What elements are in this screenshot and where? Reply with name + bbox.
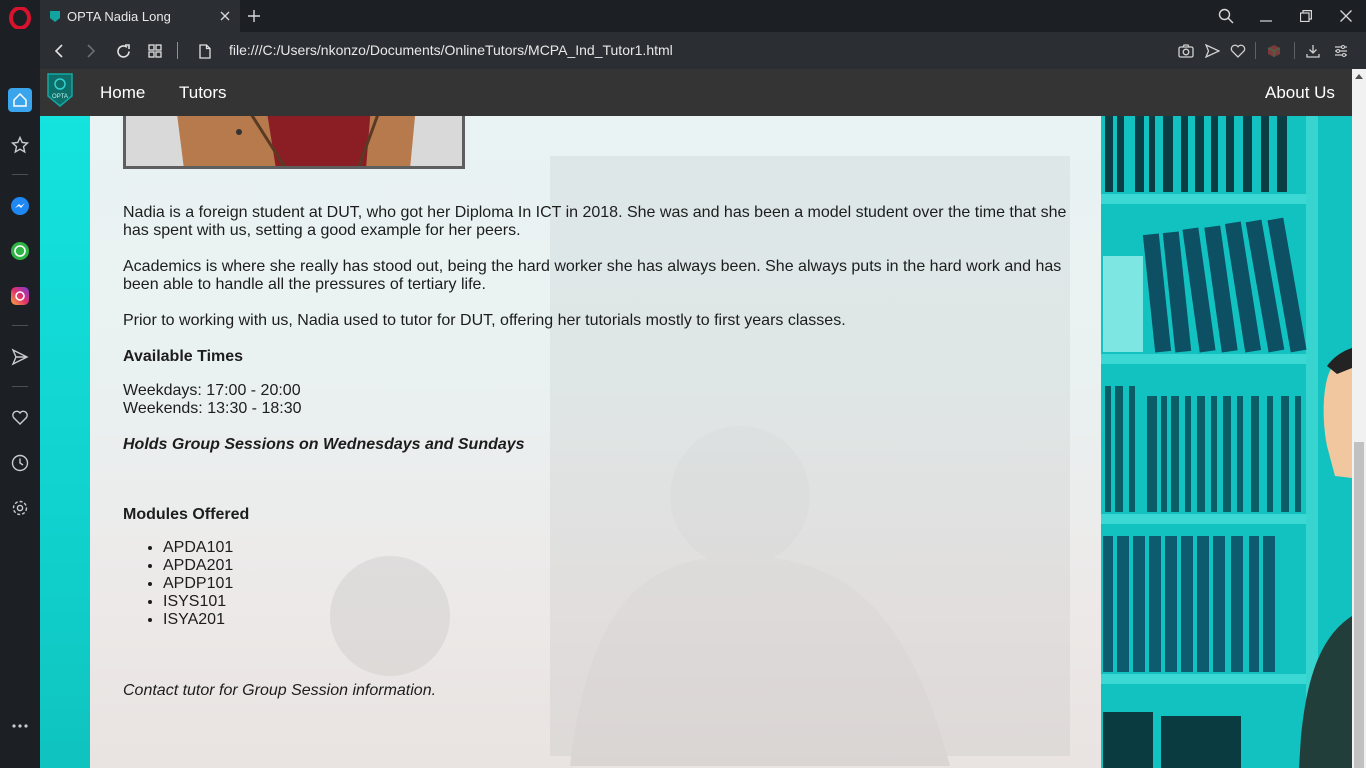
background-image-left bbox=[40, 116, 90, 768]
scroll-up-arrow-icon[interactable] bbox=[1352, 69, 1366, 84]
forward-icon[interactable] bbox=[78, 38, 104, 64]
nav-tutors-link[interactable]: Tutors bbox=[179, 83, 227, 103]
address-divider bbox=[177, 42, 178, 59]
module-item: APDA201 bbox=[163, 557, 233, 575]
search-tabs-icon[interactable] bbox=[1206, 0, 1246, 32]
module-item: APDA101 bbox=[163, 539, 233, 557]
site-favicon-icon bbox=[50, 10, 60, 22]
nav-home-link[interactable]: Home bbox=[100, 83, 145, 103]
weekends-times: Weekends: 13:30 - 18:30 bbox=[123, 400, 302, 417]
more-icon[interactable] bbox=[8, 714, 32, 738]
settings-icon[interactable] bbox=[8, 496, 32, 520]
tutor-content: Nadia is a foreign student at DUT, who g… bbox=[90, 116, 1101, 768]
whatsapp-icon[interactable] bbox=[8, 239, 32, 263]
sidebar-divider bbox=[12, 174, 28, 175]
background-bookshelf-image bbox=[1101, 116, 1352, 768]
url-field[interactable]: file:///C:/Users/nkonzo/Documents/Online… bbox=[229, 42, 673, 58]
opta-logo[interactable]: OPTA bbox=[46, 72, 74, 108]
opera-logo-icon[interactable] bbox=[9, 7, 31, 29]
bio-paragraph: Academics is where she really has stood … bbox=[123, 258, 1062, 293]
page-file-icon[interactable] bbox=[192, 38, 218, 64]
nav-about-link[interactable]: About Us bbox=[1265, 83, 1335, 103]
module-item: ISYS101 bbox=[163, 593, 233, 611]
modules-heading: Modules Offered bbox=[123, 506, 250, 523]
contact-note: Contact tutor for Group Session informat… bbox=[123, 682, 437, 699]
page-scrollbar[interactable] bbox=[1352, 69, 1366, 768]
tab-title: OPTA Nadia Long bbox=[67, 8, 171, 24]
extension-cube-icon[interactable] bbox=[1261, 38, 1287, 64]
tabs-grid-icon[interactable] bbox=[142, 38, 168, 64]
address-bar: file:///C:/Users/nkonzo/Documents/Online… bbox=[40, 32, 1366, 69]
sidebar-divider bbox=[12, 386, 28, 387]
instagram-icon[interactable] bbox=[8, 284, 32, 308]
download-icon[interactable] bbox=[1300, 38, 1326, 64]
module-item: ISYA201 bbox=[163, 611, 233, 629]
tutor-photo bbox=[123, 116, 465, 169]
send-icon[interactable] bbox=[8, 345, 32, 369]
toolbar-divider bbox=[1255, 42, 1256, 59]
close-window-icon[interactable] bbox=[1326, 0, 1366, 32]
module-item: APDP101 bbox=[163, 575, 233, 593]
group-sessions-note: Holds Group Sessions on Wednesdays and S… bbox=[123, 436, 525, 453]
scrollbar-thumb[interactable] bbox=[1354, 442, 1364, 768]
available-times-heading: Available Times bbox=[123, 348, 244, 365]
home-icon[interactable] bbox=[8, 88, 32, 112]
page-viewport: OPTA Home Tutors About Us Nadia is a for… bbox=[40, 69, 1352, 768]
close-tab-icon[interactable] bbox=[210, 0, 240, 32]
browser-tab[interactable]: OPTA Nadia Long bbox=[40, 0, 240, 32]
history-icon[interactable] bbox=[8, 451, 32, 475]
sidebar-divider bbox=[12, 325, 28, 326]
heart-icon[interactable] bbox=[8, 406, 32, 430]
logo-text: OPTA bbox=[52, 94, 68, 100]
toolbar-divider bbox=[1294, 42, 1295, 59]
bookmark-heart-icon[interactable] bbox=[1225, 38, 1251, 64]
bio-paragraph: Prior to working with us, Nadia used to … bbox=[123, 312, 846, 329]
send-page-icon[interactable] bbox=[1199, 38, 1225, 64]
site-navbar: OPTA Home Tutors About Us bbox=[40, 69, 1352, 116]
modules-list: APDA101 APDA201 APDP101 ISYS101 ISYA201 bbox=[123, 539, 233, 629]
back-icon[interactable] bbox=[46, 38, 72, 64]
new-tab-icon[interactable] bbox=[242, 0, 266, 32]
minimize-icon[interactable] bbox=[1246, 0, 1286, 32]
reload-icon[interactable] bbox=[110, 38, 136, 64]
restore-icon[interactable] bbox=[1286, 0, 1326, 32]
bio-paragraph: Nadia is a foreign student at DUT, who g… bbox=[123, 204, 1067, 239]
snapshot-icon[interactable] bbox=[1173, 38, 1199, 64]
tab-strip: OPTA Nadia Long bbox=[40, 0, 1366, 32]
browser-sidebar bbox=[0, 0, 40, 768]
weekdays-times: Weekdays: 17:00 - 20:00 bbox=[123, 382, 301, 399]
easy-setup-icon[interactable] bbox=[1328, 38, 1354, 64]
messenger-icon[interactable] bbox=[8, 194, 32, 218]
star-icon[interactable] bbox=[8, 133, 32, 157]
